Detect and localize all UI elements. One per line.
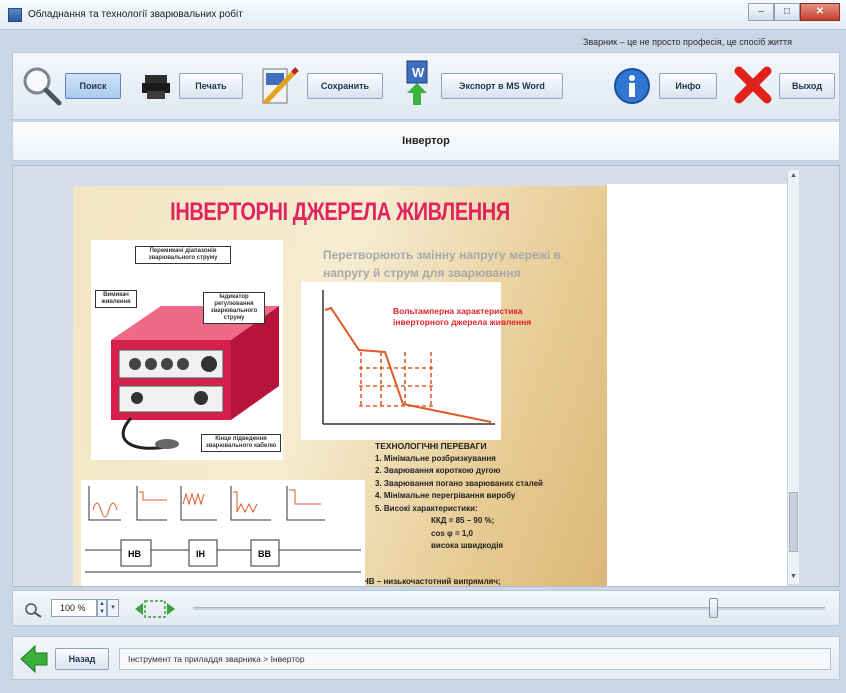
app-icon <box>8 8 22 22</box>
callout-indicator: Індикатор регулювання зварювального стру… <box>203 292 265 324</box>
zoom-slider-thumb[interactable] <box>709 598 718 618</box>
tech-item: 5. Високі характеристики: <box>375 503 478 513</box>
minimize-button[interactable]: – <box>748 3 774 21</box>
save-button[interactable]: Сохранить <box>307 73 383 99</box>
scroll-thumb[interactable] <box>789 492 798 552</box>
tech-item: 1. Мінімальне розбризкування <box>375 453 496 463</box>
tech-spec: ККД = 85 – 90 %; <box>431 516 495 525</box>
tech-item: 4. Мінімальне перегрівання виробу <box>375 491 516 500</box>
toolbar: Поиск Печать Сохранить W Экспорт в MS Wo… <box>12 52 840 120</box>
presentation-slide: ІНВЕРТОРНІ ДЖЕРЕЛА ЖИВЛЕННЯ Перемикачі д… <box>73 186 607 586</box>
svg-text:W: W <box>412 65 425 80</box>
zoom-tool-icon[interactable] <box>23 601 45 619</box>
slogan-text: Зварник – це не просто професія, це спос… <box>583 37 792 47</box>
info-button[interactable]: Инфо <box>659 73 717 99</box>
printer-icon[interactable] <box>141 71 171 101</box>
tech-footer: НВ – низькочастотний випрямляч; <box>363 577 501 586</box>
page-title: Інвертор <box>12 121 840 161</box>
tech-item: 2. Зварювання короткою дугою <box>375 466 501 475</box>
callout-cable: Кінце підведення зварювального кабелю <box>201 434 281 452</box>
zoom-dropdown-button[interactable]: ▾ <box>107 599 119 617</box>
save-icon[interactable] <box>261 65 301 107</box>
circuit-waveforms: НВ ІН ВВ <box>85 486 361 573</box>
scroll-up-arrow[interactable]: ▲ <box>789 172 798 181</box>
export-word-button[interactable]: Экспорт в MS Word <box>441 73 563 99</box>
zoom-input[interactable]: 100 % <box>51 599 97 617</box>
zoom-stepper[interactable]: ▲ ▼ <box>97 599 107 617</box>
inverter-machine-image: Перемикачі діапазонів зварювального стру… <box>91 240 283 460</box>
zoom-toolbar: 100 % ▲ ▼ ▾ <box>12 590 840 626</box>
print-button[interactable]: Печать <box>179 73 243 99</box>
callout-power-switch: Вимикач живлення <box>95 290 137 308</box>
window-controls: – □ ✕ <box>748 3 840 21</box>
scroll-down-arrow[interactable]: ▼ <box>789 573 798 582</box>
exit-icon[interactable] <box>733 65 773 105</box>
zoom-up-icon[interactable]: ▲ <box>98 600 106 608</box>
close-button[interactable]: ✕ <box>800 3 840 21</box>
vertical-scrollbar[interactable]: ▲ ▼ <box>787 170 799 584</box>
info-icon[interactable] <box>613 67 651 105</box>
window-title: Обладнання та технології зварювальних ро… <box>28 9 243 20</box>
search-button[interactable]: Поиск <box>65 73 121 99</box>
magnifier-icon[interactable] <box>19 63 63 107</box>
back-button[interactable]: Назад <box>55 648 109 670</box>
back-arrow-icon[interactable] <box>19 644 49 674</box>
zoom-down-icon[interactable]: ▼ <box>98 608 106 616</box>
slide-subtitle: Перетворюють змінну напругу мережі в нап… <box>323 248 562 280</box>
navigation-bar: Назад Інструмент та приладдя зварника > … <box>12 636 840 680</box>
maximize-button[interactable]: □ <box>774 3 800 21</box>
slide-title: ІНВЕРТОРНІ ДЖЕРЕЛА ЖИВЛЕННЯ <box>170 198 510 226</box>
graph-regulation-grid <box>359 352 433 407</box>
fit-page-icon[interactable] <box>133 595 177 623</box>
viewer-page-margin <box>607 184 787 586</box>
exit-button[interactable]: Выход <box>779 73 835 99</box>
title-bar: Обладнання та технології зварювальних ро… <box>0 0 846 30</box>
zoom-slider-track[interactable] <box>193 607 825 610</box>
inverter-machine-drawing <box>111 306 279 450</box>
circuit-block-label: НВ <box>128 549 141 559</box>
document-viewer[interactable]: ▲ ▼ ІНВЕРТОРНІ ДЖЕРЕЛА ЖИВЛЕННЯ Перемика… <box>12 165 840 587</box>
breadcrumb: Інструмент та приладдя зварника > Інверт… <box>119 648 831 670</box>
tech-spec: cos φ = 1,0 <box>431 528 473 538</box>
callout-regulator: Перемикачі діапазонів зварювального стру… <box>135 246 231 264</box>
tech-item: 3. Зварювання погано зварюваних сталей <box>375 478 543 488</box>
circuit-diagram: НВ ІН ВВ <box>81 480 365 586</box>
circuit-block-label: ІН <box>196 549 205 559</box>
tech-heading: ТЕХНОЛОГІЧНІ ПЕРЕВАГИ <box>375 441 487 451</box>
circuit-block-label: ВВ <box>258 549 271 559</box>
tech-spec: висока швидкодія <box>431 541 504 550</box>
graph-caption: Вольтамперна характеристика інверторного… <box>393 306 532 327</box>
tech-advantages: ТЕХНОЛОГІЧНІ ПЕРЕВАГИ 1. Мінімальне розб… <box>375 440 607 553</box>
word-export-icon[interactable]: W <box>403 59 433 109</box>
